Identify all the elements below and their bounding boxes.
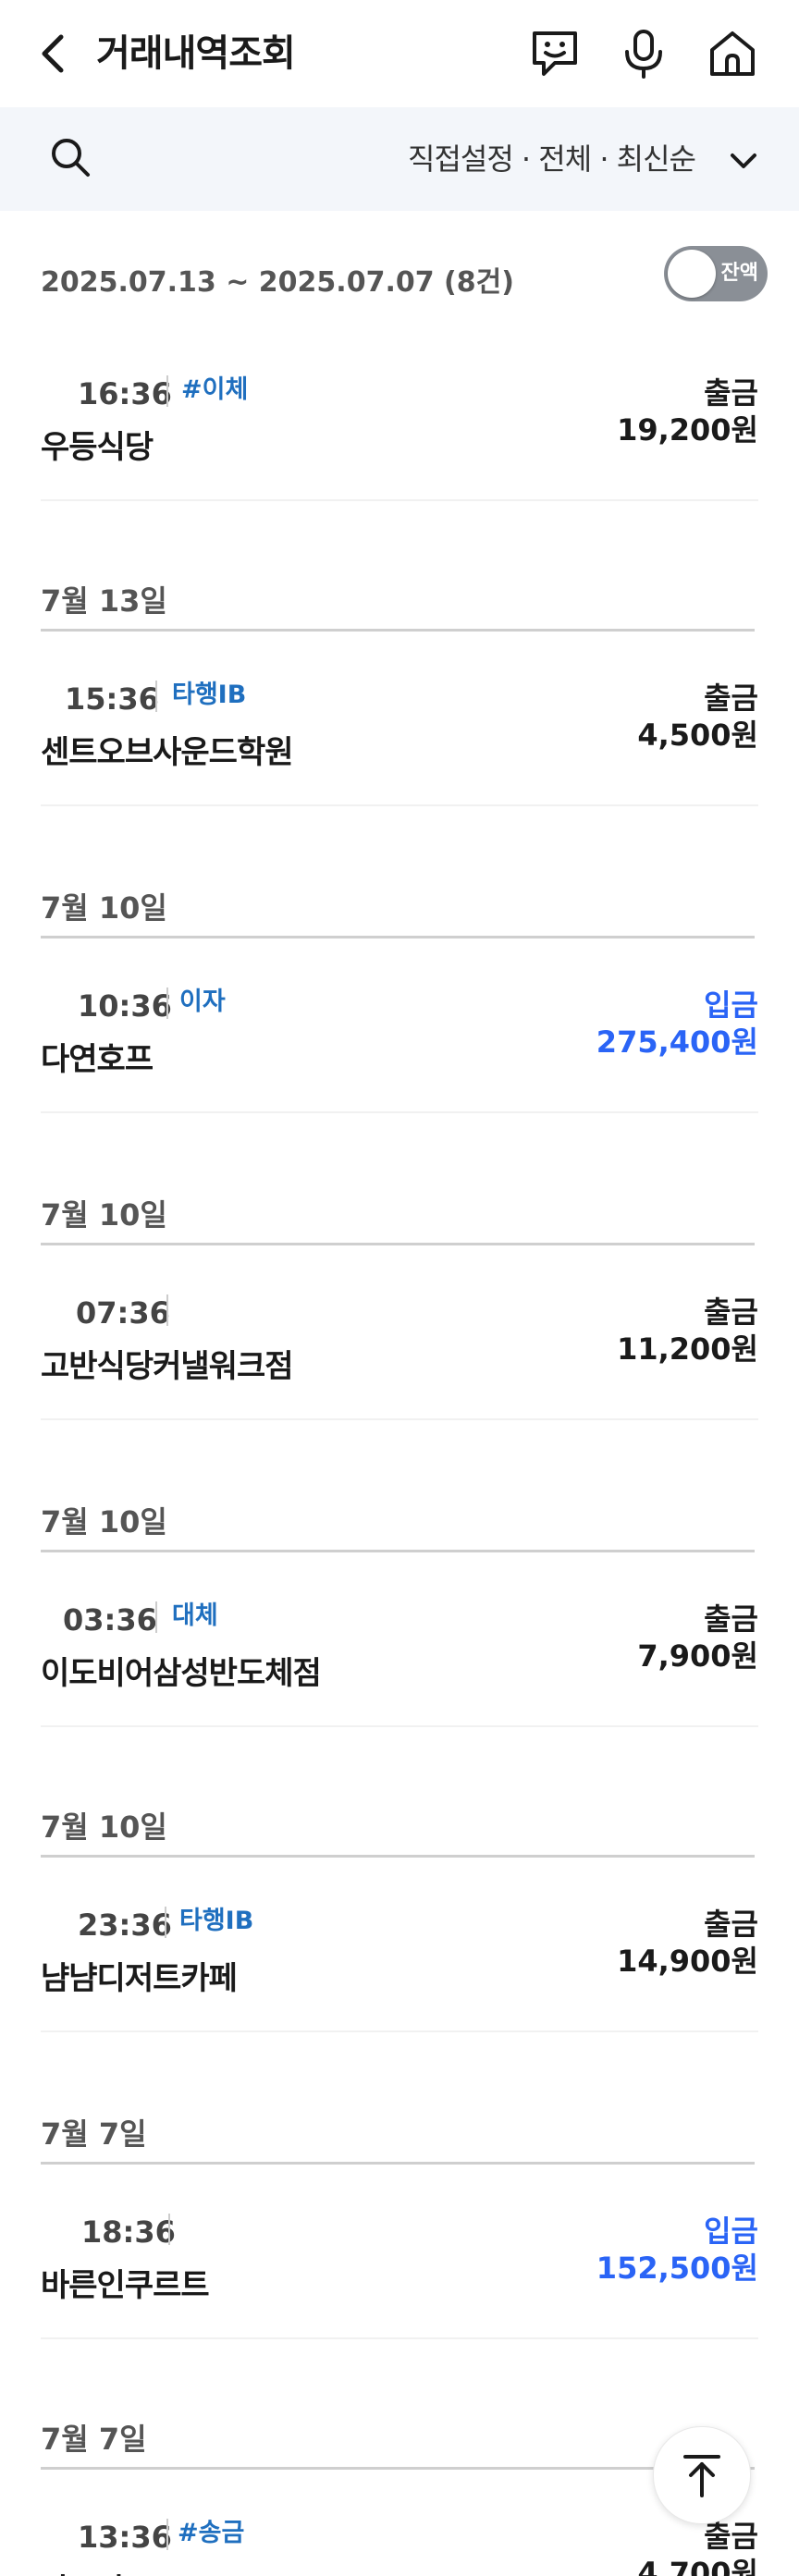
date-divider xyxy=(41,936,755,938)
divider xyxy=(41,1111,758,1113)
date-header: 7월 7일 xyxy=(41,2116,147,2152)
transaction-time: 13:36 xyxy=(78,2520,172,2555)
scroll-top-button[interactable] xyxy=(653,2426,751,2524)
transaction-amount: 19,200원 xyxy=(617,412,758,448)
date-header: 7월 10일 xyxy=(41,1504,167,1539)
merchant-name: 센트오브사운드학원 xyxy=(41,734,294,771)
transaction-item[interactable]: 13:36 #송금 아트라스쿠크 출금 4,700원 xyxy=(0,2515,799,2576)
back-arrow-icon[interactable] xyxy=(33,28,78,80)
divider xyxy=(41,804,758,806)
merchant-name: 아트라스쿠크 xyxy=(41,2567,210,2576)
divider xyxy=(41,1725,758,1727)
chevron-down-icon[interactable] xyxy=(725,142,762,179)
merchant-name: 우등식당 xyxy=(41,429,154,466)
separator xyxy=(168,2214,170,2245)
transaction-amount: 7,900원 xyxy=(637,1638,758,1674)
merchant-name: 고반식당커낼워크점 xyxy=(41,1348,294,1385)
date-header: 7월 10일 xyxy=(41,1809,167,1845)
transaction-amount: 4,700원 xyxy=(637,2556,758,2576)
date-divider xyxy=(41,1243,755,1245)
date-divider xyxy=(41,1855,755,1858)
separator xyxy=(155,681,157,712)
transaction-time: 18:36 xyxy=(81,2214,176,2250)
separator xyxy=(166,987,168,1019)
merchant-name: 냠냠디저트카페 xyxy=(41,1960,238,1997)
home-icon[interactable] xyxy=(705,26,760,81)
transaction-memo: 타행IB xyxy=(172,681,247,709)
transaction-amount: 152,500원 xyxy=(596,2251,758,2286)
transaction-time: 16:36 xyxy=(78,376,172,411)
transaction-time: 10:36 xyxy=(78,988,172,1024)
transaction-time: 15:36 xyxy=(65,681,159,717)
date-header: 7월 10일 xyxy=(41,890,167,926)
transaction-amount: 11,200원 xyxy=(617,1331,758,1367)
separator xyxy=(165,1907,166,1938)
date-divider xyxy=(41,629,755,632)
filter-bar[interactable]: 직접설정 · 전체 · 최신순 xyxy=(0,107,799,211)
period-summary: 2025.07.13 ~ 2025.07.07 (8건) xyxy=(41,266,514,299)
app-header: 거래내역조회 xyxy=(0,0,799,107)
divider xyxy=(41,2337,758,2339)
toggle-label: 잔액 xyxy=(720,262,758,285)
toggle-knob xyxy=(668,250,716,298)
transaction-amount: 4,500원 xyxy=(637,718,758,753)
arrow-up-icon xyxy=(683,2455,720,2497)
transaction-time: 07:36 xyxy=(76,1295,170,1331)
separator xyxy=(166,1294,168,1326)
date-divider xyxy=(41,2467,755,2470)
separator xyxy=(166,2519,168,2550)
date-divider xyxy=(41,1550,755,1552)
filter-summary[interactable]: 직접설정 · 전체 · 최신순 xyxy=(408,133,696,185)
balance-toggle[interactable]: 잔액 xyxy=(664,246,768,301)
microphone-icon[interactable] xyxy=(616,26,671,81)
divider xyxy=(41,1418,758,1420)
merchant-name: 바른인쿠르트 xyxy=(41,2267,210,2304)
transaction-amount: 275,400원 xyxy=(596,1024,758,1060)
merchant-name: 이도비어삼성반도체점 xyxy=(41,1655,322,1692)
transaction-memo: 대체 xyxy=(172,1601,218,1630)
search-icon[interactable] xyxy=(48,135,92,179)
date-header: 7월 10일 xyxy=(41,1197,167,1233)
divider xyxy=(41,499,758,501)
date-divider xyxy=(41,2162,755,2165)
divider xyxy=(41,2030,758,2032)
page-title: 거래내역조회 xyxy=(96,32,296,75)
transaction-time: 03:36 xyxy=(63,1602,157,1638)
transaction-memo: #이체 xyxy=(181,375,249,404)
transaction-amount: 14,900원 xyxy=(617,1944,758,1979)
date-header: 7월 13일 xyxy=(41,583,167,619)
transaction-memo: 이자 xyxy=(179,987,226,1016)
transaction-memo: #송금 xyxy=(178,2519,245,2547)
transaction-memo: 타행IB xyxy=(179,1907,254,1935)
merchant-name: 다연호프 xyxy=(41,1041,154,1078)
date-header: 7월 7일 xyxy=(41,2422,147,2457)
separator xyxy=(166,375,168,407)
separator xyxy=(155,1601,157,1633)
transaction-time: 23:36 xyxy=(78,1907,172,1943)
chatbot-icon[interactable] xyxy=(527,26,583,81)
